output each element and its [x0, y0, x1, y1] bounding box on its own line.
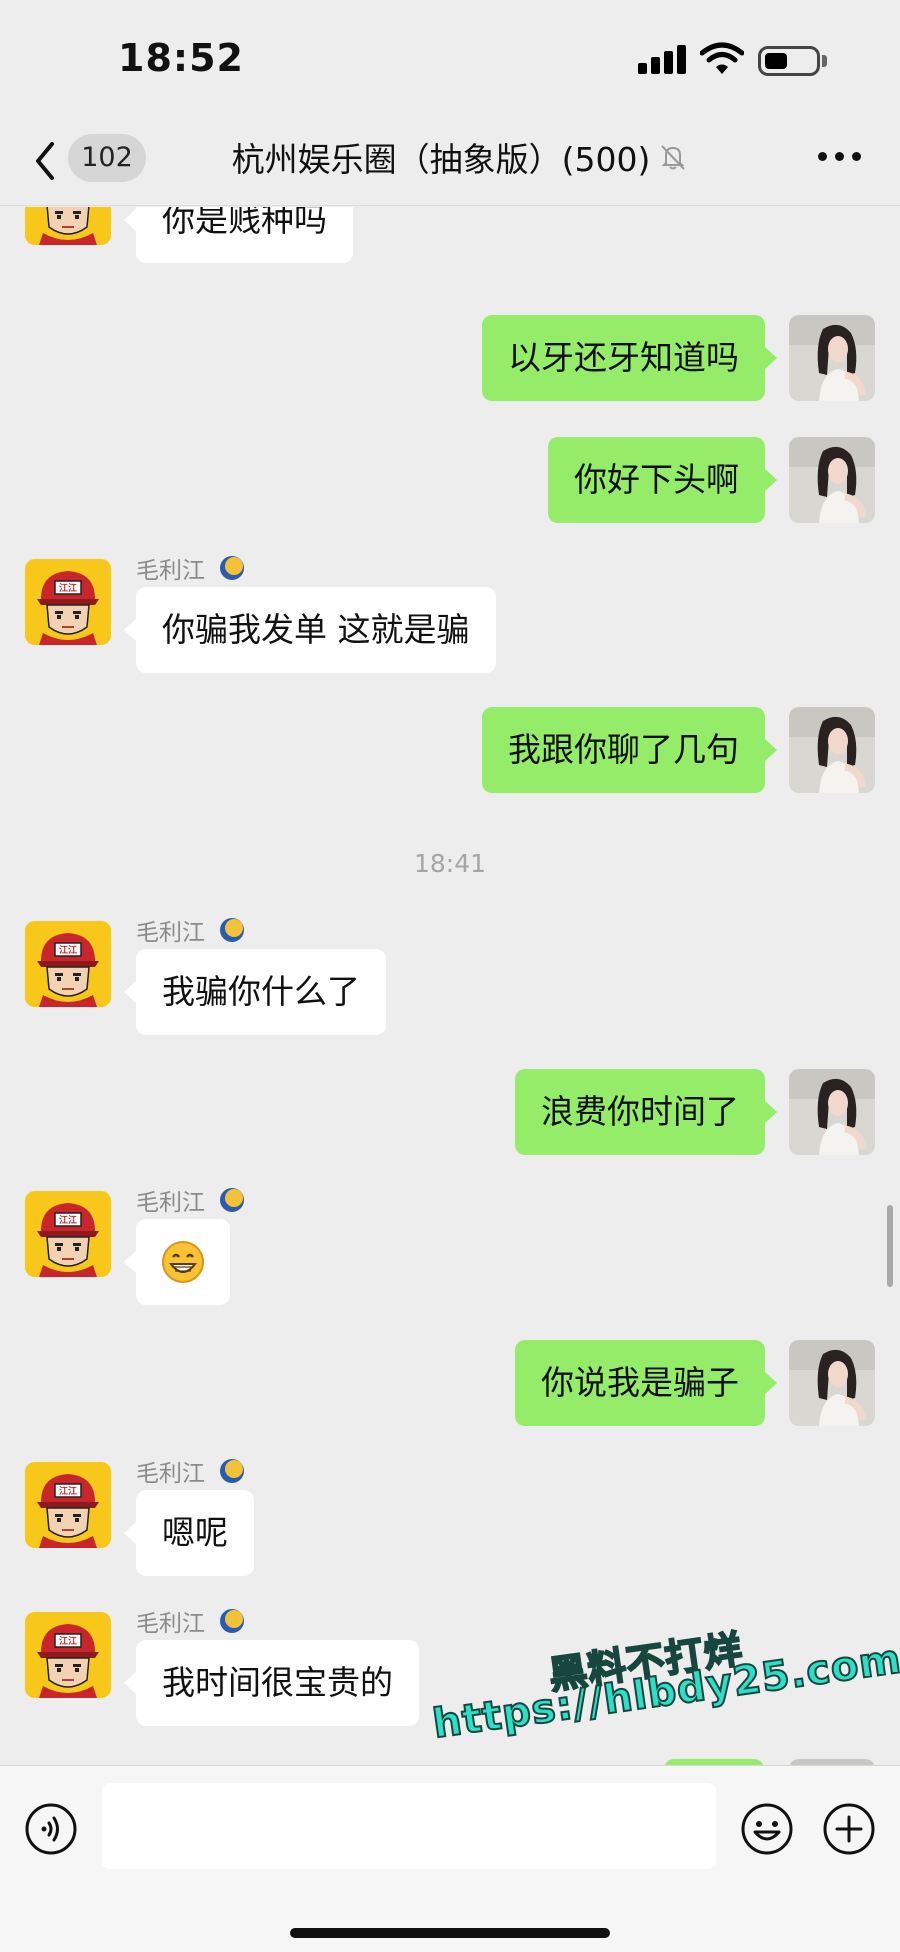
avatar[interactable] [25, 1462, 111, 1548]
battery-cap [822, 55, 827, 67]
more-dots-icon[interactable] [818, 152, 864, 164]
message-bubble[interactable]: 以牙还牙知道吗 [482, 315, 777, 401]
wifi-icon [700, 42, 744, 74]
home-indicator [290, 1928, 610, 1938]
sender-name: 毛利江 [136, 1454, 245, 1488]
message-bubble[interactable]: 你是贱种吗 [124, 207, 353, 263]
message-list[interactable]: 江江 你是贱种吗 以牙还牙知道吗 你好下头 [0, 207, 900, 1765]
signal-icon [638, 44, 688, 74]
avatar[interactable] [789, 315, 875, 401]
moon-status-icon [220, 1609, 244, 1633]
sender-name-text: 毛利江 [136, 920, 205, 946]
avatar[interactable] [789, 1069, 875, 1155]
message-bubble[interactable]: 你好下头啊 [548, 437, 777, 523]
scroll-indicator[interactable] [887, 1205, 893, 1287]
sender-name: 毛利江 [136, 913, 245, 947]
voice-icon[interactable] [24, 1802, 78, 1856]
sender-name: 毛利江 [136, 1183, 245, 1217]
smiley-icon[interactable] [740, 1802, 794, 1856]
grin-emoji-icon [162, 1241, 204, 1283]
message-bubble[interactable]: 浪费你时间了 [515, 1069, 777, 1155]
avatar[interactable] [25, 921, 111, 1007]
sender-name-text: 毛利江 [136, 1190, 205, 1216]
plus-circle-icon[interactable] [822, 1802, 876, 1856]
sender-name-text: 毛利江 [136, 558, 205, 584]
message-input[interactable] [102, 1783, 716, 1869]
sender-name-text: 毛利江 [136, 1461, 205, 1487]
moon-status-icon [220, 1188, 244, 1212]
sender-name: 毛利江 [136, 1604, 245, 1638]
input-bar [0, 1765, 900, 1952]
avatar[interactable] [25, 559, 111, 645]
message-bubble[interactable] [124, 1219, 230, 1305]
message-bubble[interactable]: 我骗你什么了 [124, 949, 386, 1035]
time-divider: 18:41 [413, 849, 487, 878]
message-bubble[interactable]: 我跟你聊了几句 [482, 707, 777, 793]
avatar[interactable] [25, 207, 111, 245]
status-bar: 18:52 [0, 0, 900, 120]
battery-icon [758, 46, 820, 76]
avatar[interactable] [789, 1340, 875, 1426]
bell-off-icon [661, 145, 686, 170]
sender-name-text: 毛利江 [136, 1611, 205, 1637]
message-bubble[interactable]: 嗯呢 [124, 1490, 254, 1576]
avatar[interactable] [25, 1191, 111, 1277]
avatar[interactable] [25, 1612, 111, 1698]
chat-title: 杭州娱乐圈（抽象版）(500) [231, 140, 651, 179]
message-bubble[interactable]: 你说我是骗子 [515, 1340, 777, 1426]
avatar[interactable] [789, 707, 875, 793]
message-bubble[interactable]: 我时间很宝贵的 [124, 1640, 419, 1726]
moon-status-icon [220, 556, 244, 580]
chat-header: 102 杭州娱乐圈（抽象版）(500) [0, 120, 900, 206]
chevron-left-icon[interactable] [30, 138, 60, 184]
moon-status-icon [220, 918, 244, 942]
avatar[interactable] [789, 437, 875, 523]
sender-name: 毛利江 [136, 551, 245, 585]
status-time: 18:52 [118, 36, 244, 80]
unread-count-badge[interactable]: 102 [68, 134, 146, 182]
moon-status-icon [220, 1459, 244, 1483]
message-bubble[interactable]: 你骗我发单 这就是骗 [124, 587, 496, 673]
chat-title-wrap: 杭州娱乐圈（抽象版）(500) [200, 132, 720, 182]
